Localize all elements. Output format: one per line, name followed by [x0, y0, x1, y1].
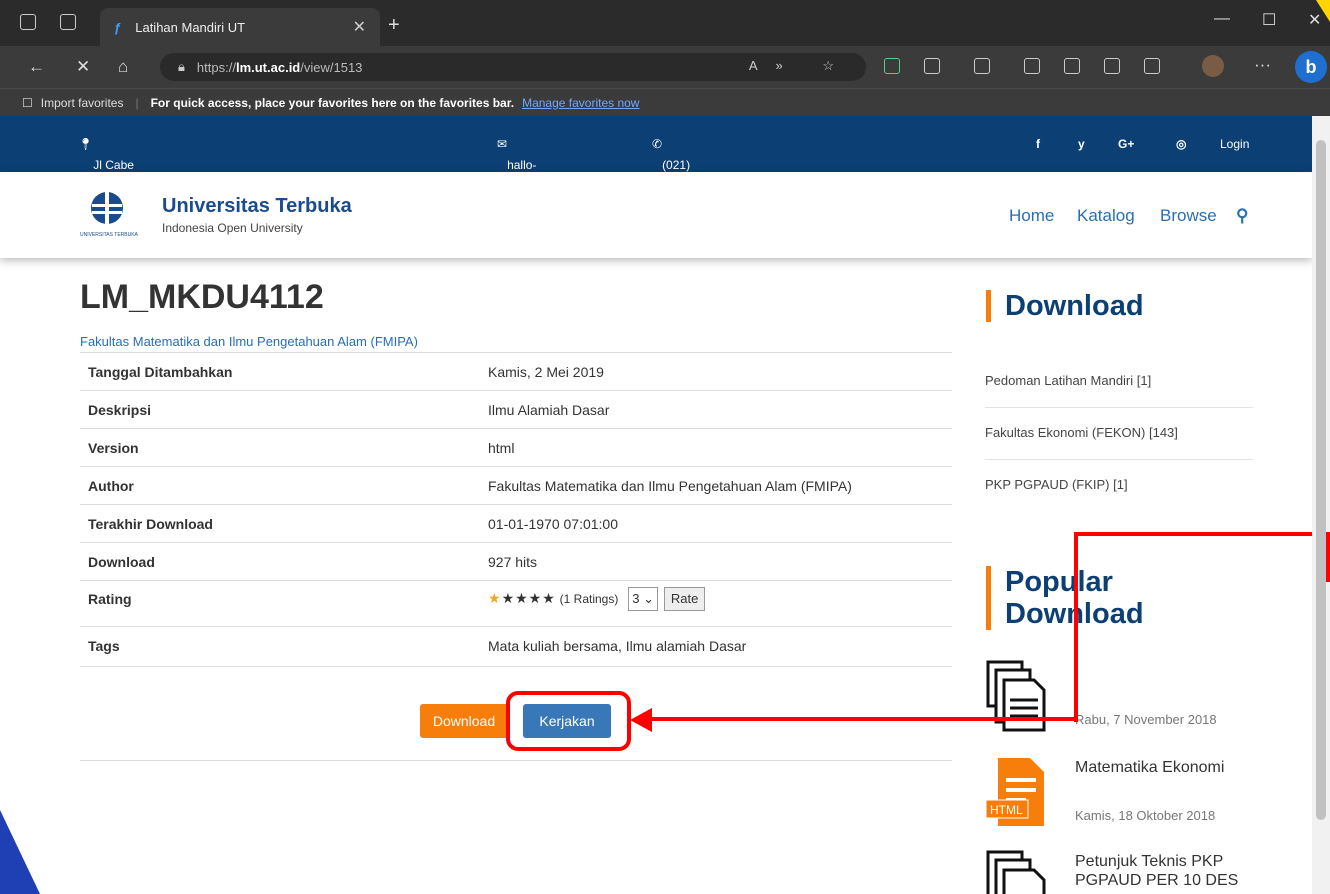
search-icon[interactable]: ⚲: [1236, 206, 1248, 226]
minimize-icon[interactable]: —: [1214, 10, 1230, 28]
table-row: Deskripsi Ilmu Alamiah Dasar: [80, 390, 952, 429]
logo-caption: UNIVERSITAS TERBUKA: [80, 232, 139, 238]
popular-item-title[interactable]: Petunjuk Teknis PKP PGPAUD PER 10 DES: [1075, 852, 1238, 890]
phone-info: ✆ (021) 1500024: [652, 137, 709, 186]
more-menu-icon[interactable]: ···: [1254, 55, 1271, 75]
url-host: lm.ut.ac.id: [235, 59, 301, 75]
divider: [80, 760, 952, 761]
annotation-line: [1074, 532, 1078, 722]
sidebar-item-pgpaud[interactable]: PKP PGPAUD (FKIP) [1]: [985, 470, 1253, 512]
twitter-icon[interactable]: y: [1078, 137, 1085, 151]
site-title[interactable]: Universitas Terbuka: [162, 195, 352, 218]
scrollbar-thumb[interactable]: [1316, 140, 1326, 820]
tab-actions-icon[interactable]: [60, 14, 76, 30]
annotation-highlight-box: [506, 691, 631, 751]
annotation-arrowhead: [630, 708, 652, 732]
browser-essentials-icon[interactable]: [1104, 58, 1120, 74]
screenshot-icon[interactable]: [1144, 58, 1160, 74]
bing-copilot-icon[interactable]: b: [1295, 51, 1327, 83]
url-prefix: https://: [196, 59, 236, 75]
url-path: /view/1513: [300, 59, 363, 75]
html-badge: HTML: [990, 803, 1023, 817]
address-bar: ← ✕ ⌂ 🔒︎ https://lm.ut.ac.id/view/1513 A…: [0, 46, 1330, 88]
corner-decoration: [1316, 0, 1330, 22]
html-document-icon[interactable]: HTML: [982, 756, 1054, 828]
popular-item-date: Kamis, 18 Oktober 2018: [1075, 808, 1216, 823]
table-row-tags: Tags Mata kuliah bersama, Ilmu alamiah Da…: [80, 626, 952, 667]
browser-tab[interactable]: ƒ Latihan Mandiri UT ✕: [100, 8, 380, 46]
corner-decoration: [0, 810, 40, 894]
workspaces-icon[interactable]: [20, 14, 36, 30]
maximize-icon[interactable]: ☐: [1262, 10, 1276, 30]
site-subtitle: Indonesia Open University: [162, 221, 303, 235]
manage-favorites-link[interactable]: Manage favorites now: [522, 96, 639, 110]
facebook-icon[interactable]: f: [1036, 137, 1040, 151]
login-link[interactable]: Login: [1220, 137, 1249, 151]
page-title: LM_MKDU4112: [80, 278, 324, 316]
faculty-link[interactable]: Fakultas Matematika dan Ilmu Pengetahuan…: [80, 334, 418, 349]
split-screen-icon[interactable]: [974, 58, 990, 74]
download-button[interactable]: Download: [420, 704, 508, 738]
rating-select[interactable]: 3 ⌄: [628, 587, 658, 611]
google-plus-icon[interactable]: G+: [1118, 137, 1134, 151]
home-icon[interactable]: ⌂: [118, 57, 128, 77]
lock-icon: 🔒︎: [178, 59, 185, 74]
annotation-line: [1326, 532, 1330, 582]
table-row-rating: Rating ★★★★★ (1 Ratings) 3 ⌄ Rate: [80, 580, 952, 627]
sidebar-download-heading: Download: [986, 290, 1144, 322]
tab-close-icon[interactable]: ✕: [353, 17, 366, 37]
document-stack-icon[interactable]: [982, 850, 1054, 894]
rating-count: (1 Ratings): [559, 592, 619, 606]
table-row: Tanggal Ditambahkan Kamis, 2 Mei 2019: [80, 352, 952, 391]
url-field[interactable]: 🔒︎ https://lm.ut.ac.id/view/1513 A» ☆: [160, 53, 866, 81]
performance-icon[interactable]: [1064, 58, 1080, 74]
back-icon[interactable]: ←: [28, 57, 45, 77]
sidebar-item-fekon[interactable]: Fakultas Ekonomi (FEKON) [143]: [985, 418, 1253, 460]
table-row: Download 927 hits: [80, 542, 952, 581]
rate-button[interactable]: Rate: [663, 587, 706, 611]
address-info: 📍︎ Jl Cabe Raya, Pondok Cabe Tangerang S…: [78, 137, 150, 270]
collections-icon[interactable]: [1024, 58, 1040, 74]
profile-avatar[interactable]: [1202, 55, 1224, 77]
new-tab-icon[interactable]: +: [388, 14, 400, 37]
table-row: Version html: [80, 428, 952, 467]
stop-icon[interactable]: ✕: [76, 57, 90, 77]
nav-browse[interactable]: Browse: [1160, 206, 1217, 226]
browser-titlebar: ƒ Latihan Mandiri UT ✕ + — ☐ ✕: [0, 0, 1330, 46]
annotation-arrow-line: [648, 717, 1078, 721]
sidebar-popular-heading: PopularDownload: [986, 566, 1144, 630]
tab-title: Latihan Mandiri UT: [135, 19, 246, 35]
popular-item-date: Rabu, 7 November 2018: [1075, 712, 1217, 727]
extensions-icon[interactable]: [924, 58, 940, 74]
import-favorites-icon: ☐: [22, 95, 33, 110]
email-link[interactable]: ✉ hallo-ut@ut.ac.id: [497, 137, 568, 186]
site-header: UNIVERSITAS TERBUKA Universitas Terbuka …: [0, 172, 1312, 258]
ut-logo[interactable]: UNIVERSITAS TERBUKA: [80, 190, 148, 240]
rating-stars-icon[interactable]: ★★★★★: [488, 590, 556, 606]
favbar-hint: For quick access, place your favorites h…: [150, 95, 515, 110]
page-scrollbar[interactable]: [1312, 116, 1330, 894]
tab-favicon-icon: ƒ: [114, 19, 122, 35]
instagram-icon[interactable]: ◎: [1176, 137, 1186, 151]
sidebar-item-pedoman[interactable]: Pedoman Latihan Mandiri [1]: [985, 366, 1253, 408]
nav-home[interactable]: Home: [1009, 206, 1054, 226]
popular-item-title[interactable]: Matematika Ekonomi: [1075, 758, 1224, 777]
annotation-line: [1074, 532, 1312, 536]
import-favorites-button[interactable]: Import favorites: [41, 96, 124, 110]
url-actions[interactable]: A» ☆: [749, 58, 852, 74]
table-row: Terakhir Download 01-01-1970 07:01:00: [80, 504, 952, 543]
extension-shield-icon[interactable]: [884, 58, 900, 74]
table-row: Author Fakultas Matematika dan Ilmu Penge…: [80, 466, 952, 505]
detail-table: Tanggal Ditambahkan Kamis, 2 Mei 2019 Des…: [80, 352, 952, 667]
nav-katalog[interactable]: Katalog: [1077, 206, 1135, 226]
site-topinfo-bar: 📍︎ Jl Cabe Raya, Pondok Cabe Tangerang S…: [0, 116, 1312, 270]
document-stack-icon[interactable]: [982, 660, 1054, 732]
favorites-bar: ☐ Import favorites | For quick access, p…: [0, 88, 1330, 116]
